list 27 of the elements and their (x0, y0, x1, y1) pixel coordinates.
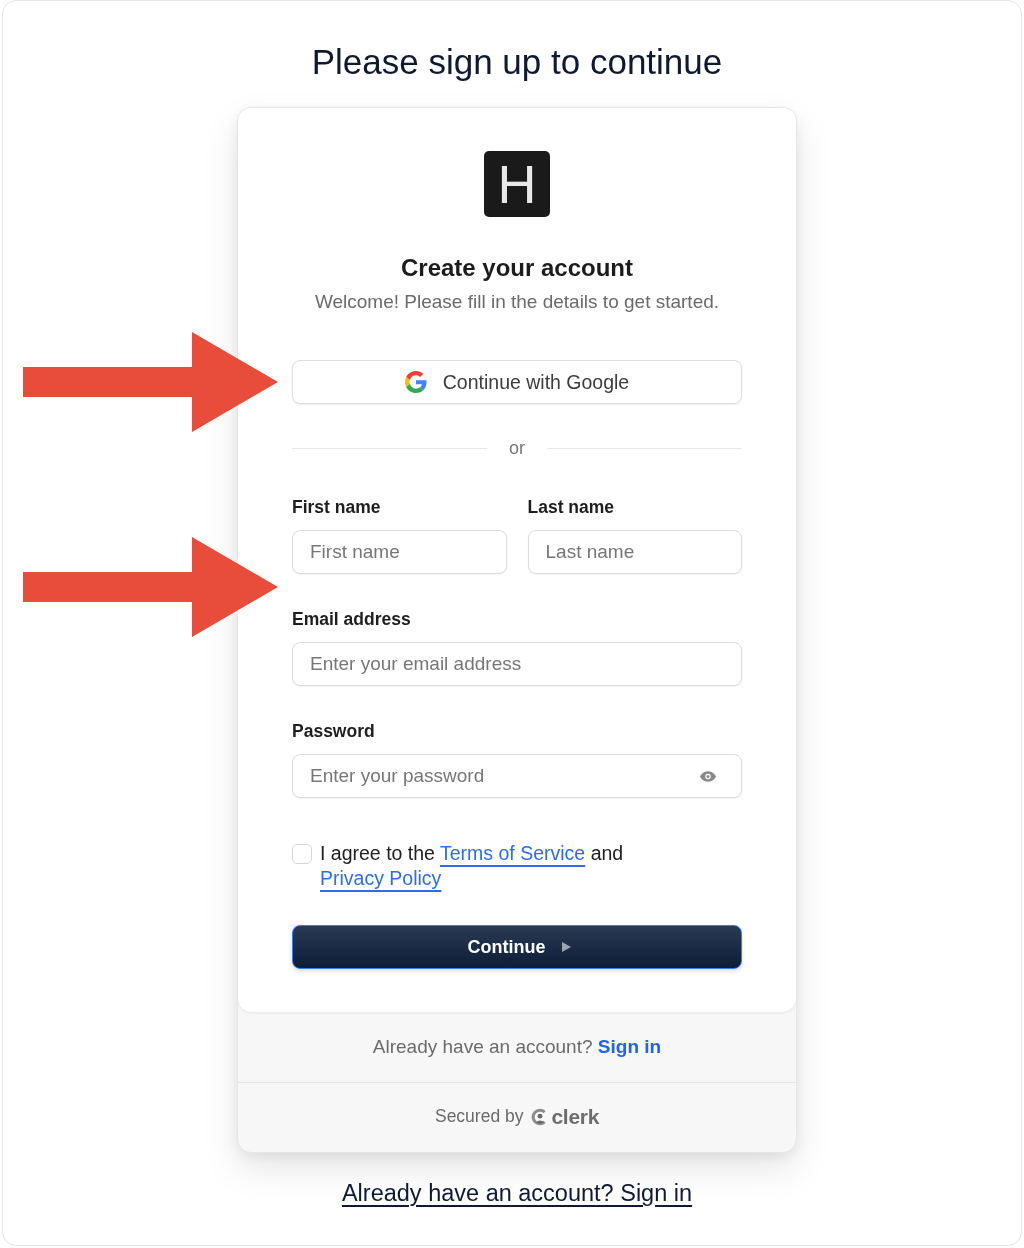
field-label: Email address (292, 608, 411, 630)
caret-icon (561, 942, 571, 952)
password-field[interactable]: Enter your password (292, 754, 742, 798)
field-label: First name (292, 496, 381, 518)
app-logo: H (484, 151, 550, 217)
email-field[interactable]: Enter your email address (292, 642, 742, 686)
sign-in-prompt: Already have an account? Sign in (372, 1036, 662, 1058)
continue-button[interactable]: Continue (292, 925, 742, 969)
secured-by-text: Secured by (434, 1106, 524, 1127)
page-heading: Please sign up to continue (311, 41, 723, 83)
field-label: Password (292, 720, 375, 742)
consent-text: I agree to the Terms of Service and Privacy Policy (320, 841, 625, 891)
brand-wordmark: clerk (551, 1104, 600, 1129)
google-sign-in-button[interactable]: Continue with Google (292, 360, 742, 404)
privacy-link[interactable]: Privacy Policy (320, 867, 442, 889)
terms-link[interactable]: Terms of Service (440, 842, 586, 864)
consent-checkbox[interactable] (292, 844, 312, 864)
card-title: Create your account (400, 254, 634, 282)
sign-in-link[interactable]: Sign in (597, 1036, 662, 1057)
first-name-field[interactable]: First name (292, 530, 507, 574)
sign-in-link[interactable]: Already have an account? Sign in (341, 1179, 693, 1207)
divider-text: or (509, 438, 525, 458)
last-name-field[interactable]: Last name (527, 530, 742, 574)
card-subtitle: Welcome! Please fill in the details to get started. (314, 291, 720, 313)
google-logo-icon (404, 371, 427, 393)
field-label: Last name (527, 496, 615, 518)
eye-icon[interactable] (700, 771, 716, 782)
